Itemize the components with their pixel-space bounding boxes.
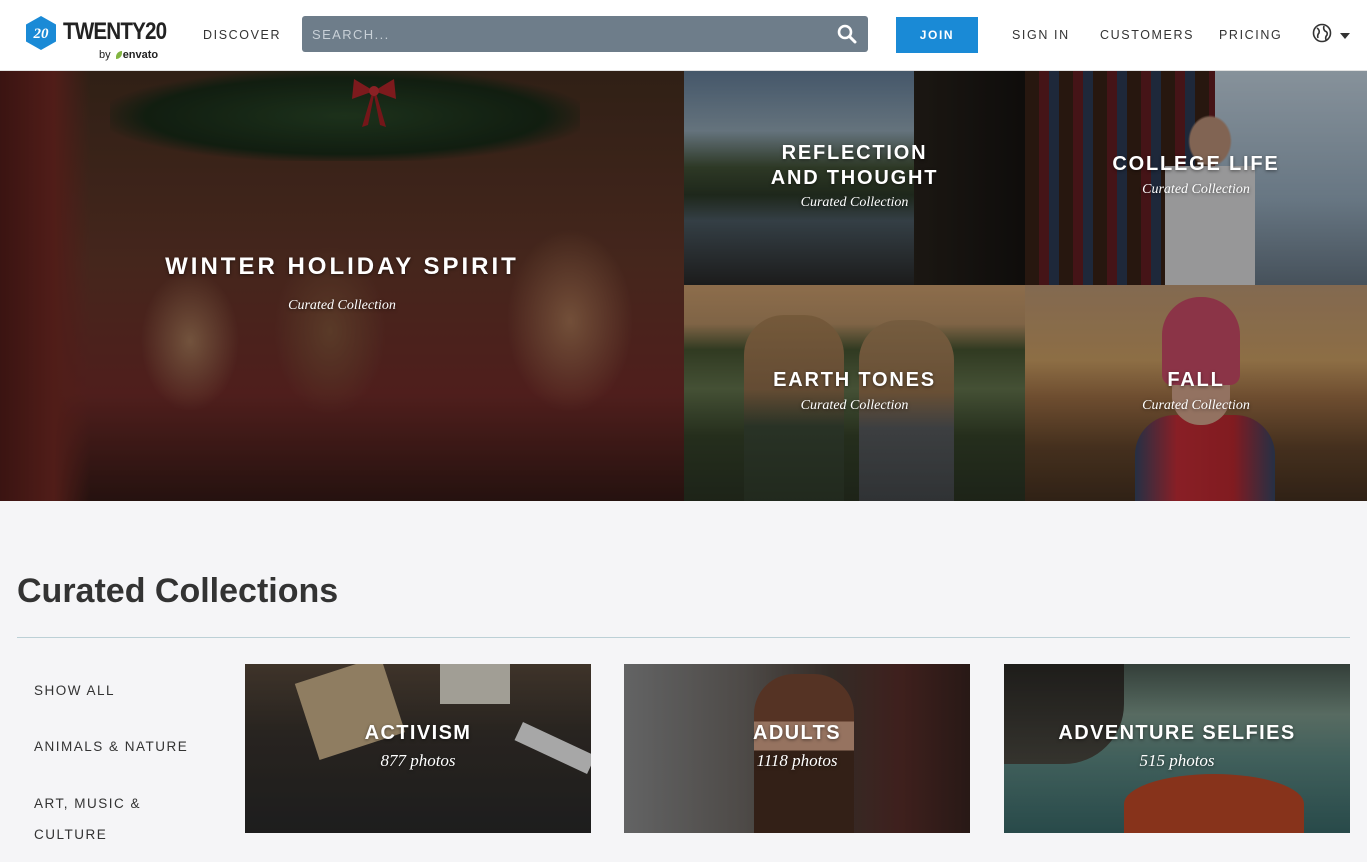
collection-card-adults[interactable]: ADULTS 1118 photos — [624, 664, 970, 833]
tile-overlay — [1025, 285, 1367, 501]
nav-sign-in[interactable]: SIGN IN — [1012, 28, 1070, 42]
hero-tile-winter-holiday-spirit[interactable]: WINTER HOLIDAY SPIRIT Curated Collection — [0, 71, 684, 501]
card-title: ADULTS — [752, 722, 842, 744]
nav-pricing[interactable]: PRICING — [1219, 28, 1282, 42]
hero-tile-reflection-and-thought[interactable]: REFLECTION AND THOUGHT Curated Collectio… — [684, 71, 1025, 285]
twenty20-badge-icon: 20 — [26, 16, 56, 50]
section-heading: Curated Collections — [17, 572, 339, 610]
card-title: ACTIVISM — [364, 722, 472, 744]
tile-subtitle: Curated Collection — [288, 298, 396, 313]
search-input[interactable] — [312, 16, 822, 52]
card-overlay — [245, 664, 591, 833]
tile-overlay — [1025, 71, 1367, 285]
nav-customers[interactable]: CUSTOMERS — [1100, 28, 1194, 42]
card-overlay — [624, 664, 970, 833]
tile-overlay — [684, 285, 1025, 501]
twenty20-logo[interactable]: 20 TWENTY20 by envato — [25, 16, 167, 64]
tile-subtitle: Curated Collection — [1142, 182, 1250, 197]
tile-subtitle: Curated Collection — [800, 398, 909, 413]
card-photo-count: 515 photos — [1139, 751, 1215, 770]
language-selector[interactable] — [1312, 23, 1352, 47]
hero-tile-fall[interactable]: FALL Curated Collection — [1025, 285, 1367, 501]
tile-subtitle: Curated Collection — [1142, 398, 1250, 413]
collection-card-activism[interactable]: ACTIVISM 877 photos — [245, 664, 591, 833]
tile-overlay — [0, 71, 684, 501]
logo-wordmark: TWENTY20 — [63, 18, 167, 45]
section-divider — [17, 637, 1350, 638]
logo-badge-text: 20 — [33, 26, 50, 42]
join-button[interactable]: JOIN — [896, 17, 978, 53]
nav-discover[interactable]: DISCOVER — [203, 28, 281, 42]
envato-leaf-icon — [115, 51, 122, 59]
logo-by-text: by — [99, 49, 111, 61]
chevron-down-icon — [1340, 33, 1350, 39]
search-icon[interactable] — [837, 24, 857, 44]
search-bar[interactable] — [302, 16, 868, 52]
globe-icon — [1312, 23, 1332, 43]
tile-subtitle: Curated Collection — [800, 195, 909, 210]
category-show-all[interactable]: SHOW ALL — [34, 675, 115, 706]
top-navigation-bar: 20 TWENTY20 by envato DISCOVER JOIN SIGN… — [0, 0, 1367, 71]
logo-byline: by envato — [99, 49, 158, 61]
logo-brand-text: envato — [122, 49, 159, 61]
card-title: ADVENTURE SELFIES — [1058, 722, 1296, 744]
tile-title: REFLECTION AND THOUGHT — [770, 142, 939, 189]
hero-tile-college-life[interactable]: COLLEGE LIFE Curated Collection — [1025, 71, 1367, 285]
tile-title: FALL — [1167, 369, 1225, 391]
category-art-music-culture[interactable]: ART, MUSIC & CULTURE — [34, 788, 174, 850]
card-photo-count: 1118 photos — [756, 751, 838, 770]
collection-card-adventure-selfies[interactable]: ADVENTURE SELFIES 515 photos — [1004, 664, 1350, 833]
card-photo-count: 877 photos — [380, 751, 456, 770]
card-overlay — [1004, 664, 1350, 833]
category-animals-nature[interactable]: ANIMALS & NATURE — [34, 731, 188, 762]
tile-title: COLLEGE LIFE — [1112, 153, 1280, 175]
tile-title: WINTER HOLIDAY SPIRIT — [165, 253, 519, 280]
hero-tile-earth-tones[interactable]: EARTH TONES Curated Collection — [684, 285, 1025, 501]
tile-title: EARTH TONES — [773, 369, 936, 391]
